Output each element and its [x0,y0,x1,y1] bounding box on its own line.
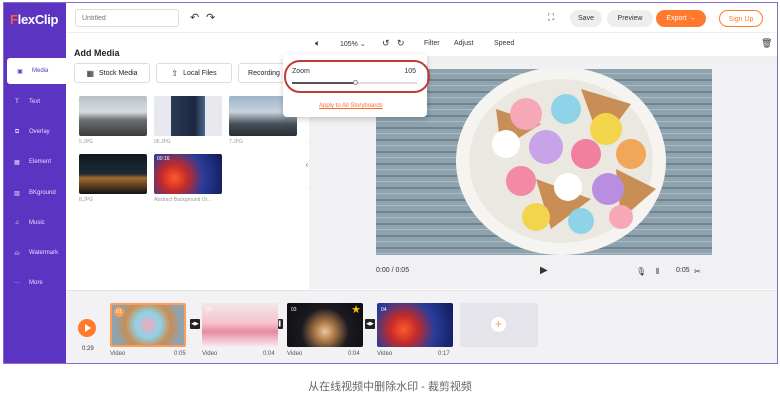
current-time: 0:00 / 0:05 [376,267,410,274]
text-icon: T [15,99,19,105]
media-thumb-5[interactable]: 00:16 [154,154,222,194]
transition-icon[interactable]: ◀▶ [365,319,375,329]
clip-index: 03 [291,307,297,313]
timeline-clip-1[interactable]: 01 [110,303,186,347]
zoom-dropdown[interactable]: 105% ⌄ [340,40,366,48]
total-duration: 0:29 [82,346,94,352]
background-icon: ▨ [14,190,20,197]
rotate-right-icon[interactable]: ↻ [397,38,405,49]
panel-heading: Add Media [74,48,120,58]
filter-button[interactable]: Filter [424,40,440,47]
local-files-button[interactable]: ⇧ Local Files [156,63,232,83]
clip-duration: 0:04 [348,351,360,357]
film-icon: ▦ [86,68,95,78]
rotate-left-icon[interactable]: ↺ [382,38,390,49]
star-icon: ★ [351,304,361,316]
sidebar-item-music[interactable]: ♫ Music [4,210,66,236]
media-name: 7.JPG [229,139,243,145]
media-icon: ▣ [17,68,23,75]
apply-to-all-link[interactable]: Apply to All Storyboards [319,103,383,109]
timeline-clip-4[interactable]: 04 [377,303,453,347]
upload-icon: ⇧ [171,68,179,78]
scissors-icon[interactable]: ✂ [694,267,701,276]
media-thumb-1[interactable] [79,96,147,136]
sidebar: FlexClip ▣ Media T Text ⧉ Overlay ▦ Element ▨ BKg… [4,3,66,363]
top-bar: ↶ ↷ ⛶ Save Preview Export → Sign Up [66,3,777,33]
clip-duration: 0:05 [174,351,186,357]
sidebar-item-label: Watermark [29,250,59,256]
timeline-play-button[interactable] [78,319,96,337]
music-icon: ♫ [14,220,20,226]
save-button[interactable]: Save [570,10,602,27]
split-icon[interactable]: ⫴ [656,267,659,277]
media-name: 06.JPG [154,139,171,145]
play-icon[interactable]: ▶ [540,265,548,276]
export-button[interactable]: Export → [656,10,706,27]
sidebar-item-label: Overlay [29,129,50,135]
sidebar-item-label: Text [29,99,41,105]
flexclip-logo[interactable]: FlexClip [10,12,58,27]
sidebar-item-label: Music [29,220,45,226]
trash-icon[interactable]: 🗑︎ [761,38,772,49]
clip-time: 0:05 [676,267,690,274]
element-icon: ▦ [14,159,20,166]
media-name: 8.JPG [79,197,93,203]
sidebar-item-bkground[interactable]: ▨ BKground [4,180,66,206]
duration-badge: 00:16 [157,156,170,162]
watermark-icon: ⛀ [14,250,20,257]
media-panel: Add Media ▦ Stock Media ⇧ Local Files Reco… [66,33,306,289]
undo-icon[interactable]: ↶ [190,11,199,24]
media-name: Abstract Background Or... [154,197,212,203]
sidebar-item-overlay[interactable]: ⧉ Overlay [4,119,66,145]
app-window: FlexClip ▣ Media T Text ⧉ Overlay ▦ Element ▨ BKg… [3,2,778,364]
chevron-down-icon: ⌄ [359,41,366,48]
transition-icon[interactable]: ◀▶ [190,319,200,329]
stock-media-button[interactable]: ▦ Stock Media [74,63,150,83]
clip-index: 02 [206,307,212,313]
clip-duration: 0:17 [438,351,450,357]
clip-duration: 0:04 [263,351,275,357]
sidebar-item-text[interactable]: T Text [4,89,66,115]
sidebar-item-label: BKground [29,190,56,196]
media-thumb-2[interactable] [154,96,222,136]
sidebar-item-label: More [29,280,43,286]
sidebar-item-element[interactable]: ▦ Element [4,149,66,175]
media-thumb-4[interactable] [79,154,147,194]
more-icon: ··· [14,280,20,286]
clip-name: Video [202,351,218,357]
clip-name: Video [110,351,126,357]
volume-icon[interactable]: 🔈︎ [315,38,320,49]
project-title-input[interactable] [75,9,179,27]
clip-index: 01 [114,307,124,317]
sidebar-item-media[interactable]: ▣ Media [7,58,66,84]
clip-name: Video [287,351,303,357]
sidebar-item-label: Element [29,159,52,165]
sidebar-item-watermark[interactable]: ⛀ Watermark [4,240,66,266]
speed-button[interactable]: Speed [494,40,514,47]
overlay-icon: ⧉ [14,128,20,135]
timeline-clip-3[interactable]: 03 ★ [287,303,363,347]
highlight-ring [284,60,430,93]
clip-index: 04 [381,307,387,313]
redo-icon[interactable]: ↷ [206,11,215,24]
mic-icon[interactable]: 🎙︎ [636,267,646,276]
media-name: 5.JPG [79,139,93,145]
transition-icon[interactable]: ▌ [278,319,283,329]
sidebar-item-label: Media [32,68,49,74]
page-caption: 从在线视频中删除水印 - 裁剪视频 [308,381,472,393]
timeline-clip-2[interactable]: 02 [202,303,278,347]
signup-button[interactable]: Sign Up [719,10,763,27]
preview-button[interactable]: Preview [607,10,653,27]
sidebar-item-more[interactable]: ··· More [4,270,66,296]
add-clip-button[interactable]: + [460,303,538,347]
fullscreen-icon[interactable]: ⛶ [548,12,554,23]
plus-icon: + [491,317,506,332]
clip-name: Video [377,351,393,357]
adjust-button[interactable]: Adjust [454,40,473,47]
